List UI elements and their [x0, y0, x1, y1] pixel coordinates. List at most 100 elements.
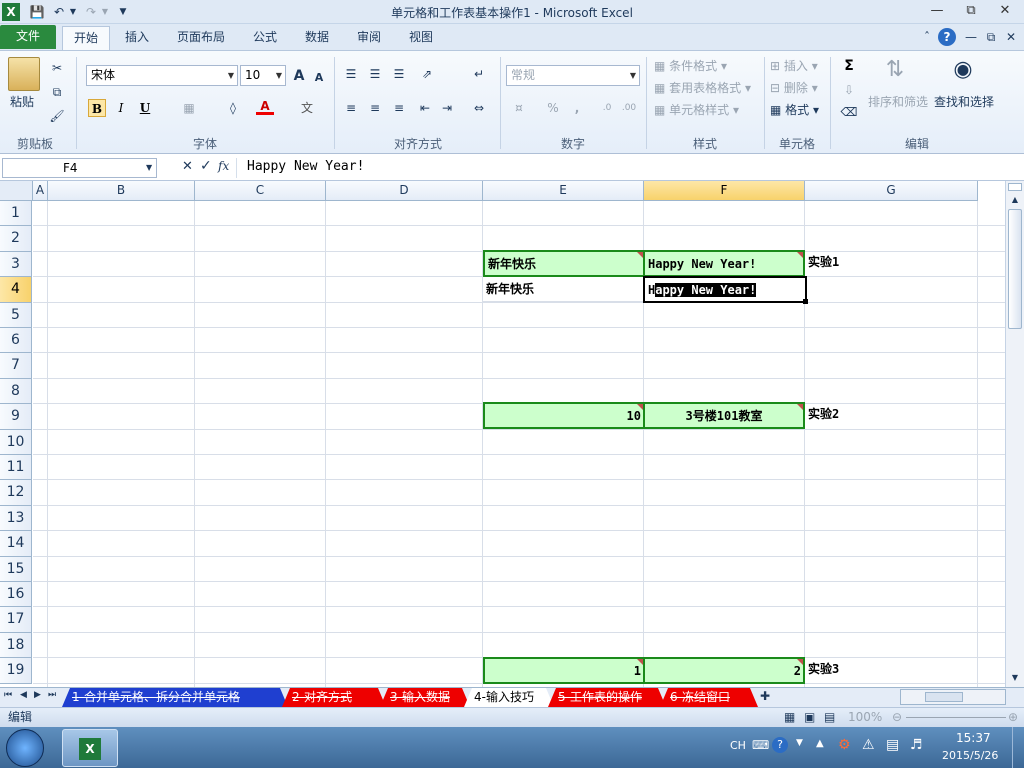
- align-center-icon[interactable]: ≡: [366, 99, 384, 117]
- zoom-slider[interactable]: [906, 717, 1006, 718]
- page-layout-view-icon[interactable]: ▣: [804, 708, 815, 727]
- row-header-13[interactable]: 13: [0, 505, 32, 532]
- binoculars-icon[interactable]: ◉: [948, 57, 978, 87]
- bold-button[interactable]: B: [88, 99, 106, 117]
- format-as-table-button[interactable]: ▦ 套用表格格式 ▾: [654, 79, 751, 96]
- help-tray-icon[interactable]: ?: [772, 737, 788, 753]
- tray-options-icon[interactable]: ▼: [796, 738, 803, 748]
- first-sheet-icon[interactable]: ⏮: [4, 690, 12, 700]
- zoom-level[interactable]: 100%: [848, 708, 882, 727]
- next-sheet-icon[interactable]: ▶: [34, 690, 41, 700]
- number-format-combo[interactable]: 常规 ▼: [506, 65, 640, 86]
- fill-handle[interactable]: [803, 299, 808, 304]
- delete-cells-button[interactable]: ⊟ 删除 ▾: [770, 79, 818, 96]
- font-size-combo[interactable]: 10 ▼: [240, 65, 286, 86]
- cell-E9[interactable]: 10: [483, 402, 645, 429]
- split-box[interactable]: [1008, 183, 1022, 191]
- select-all-button[interactable]: [0, 181, 33, 201]
- tab-file[interactable]: 文件: [0, 25, 56, 49]
- underline-button[interactable]: U: [136, 99, 154, 117]
- cell-G19[interactable]: 实验3: [805, 657, 977, 684]
- font-color-icon[interactable]: A: [256, 97, 274, 115]
- tab-formulas[interactable]: 公式: [242, 26, 288, 50]
- column-header-G[interactable]: G: [805, 181, 978, 201]
- clock-time[interactable]: 15:37: [956, 731, 991, 745]
- clock-date[interactable]: 2015/5/26: [942, 749, 998, 762]
- tab-insert[interactable]: 插入: [114, 26, 160, 50]
- workbook-restore-icon[interactable]: ⧉: [982, 28, 1000, 46]
- copy-icon[interactable]: ⧉: [48, 83, 66, 101]
- sheet-tab-1[interactable]: 1-合并单元格、拆分合并单元格: [62, 688, 288, 707]
- cell-E4[interactable]: 新年快乐: [483, 277, 644, 302]
- cell-G9[interactable]: 实验2: [805, 402, 977, 429]
- tab-data[interactable]: 数据: [294, 26, 340, 50]
- percent-button[interactable]: %: [544, 99, 562, 117]
- help-icon[interactable]: ?: [938, 28, 956, 46]
- decrease-decimal-icon[interactable]: .00: [620, 99, 638, 117]
- phonetic-icon[interactable]: 文: [298, 99, 316, 117]
- show-hidden-icons[interactable]: ▲: [816, 738, 824, 749]
- currency-icon[interactable]: ¤: [510, 99, 528, 117]
- row-header-15[interactable]: 15: [0, 556, 32, 582]
- format-painter-icon[interactable]: 🖌: [48, 107, 66, 125]
- fill-color-icon[interactable]: ◊: [224, 99, 242, 117]
- row-header-3[interactable]: 3: [0, 251, 32, 278]
- column-header-C[interactable]: C: [195, 181, 326, 201]
- row-header-7[interactable]: 7: [0, 353, 32, 379]
- cell-E3[interactable]: 新年快乐: [483, 250, 645, 277]
- page-break-view-icon[interactable]: ▤: [824, 708, 835, 727]
- row-header-17[interactable]: 17: [0, 607, 32, 633]
- tab-page-layout[interactable]: 页面布局: [168, 26, 234, 50]
- cancel-icon[interactable]: ✕: [182, 159, 193, 174]
- decrease-indent-icon[interactable]: ⇤: [416, 99, 434, 117]
- comma-button[interactable]: ,: [568, 99, 586, 117]
- formula-input[interactable]: Happy New Year!: [236, 158, 1022, 178]
- insert-cells-button[interactable]: ⊞ 插入 ▾: [770, 57, 818, 74]
- row-header-19[interactable]: 19: [0, 658, 32, 684]
- align-right-icon[interactable]: ≡: [390, 99, 408, 117]
- row-header-8[interactable]: 8: [0, 378, 32, 405]
- align-left-icon[interactable]: ≡: [342, 99, 360, 117]
- column-header-E[interactable]: E: [483, 181, 644, 201]
- row-header-2[interactable]: 2: [0, 226, 32, 252]
- cut-icon[interactable]: ✂: [48, 59, 66, 77]
- orientation-icon[interactable]: ⇗: [418, 65, 436, 83]
- keyboard-icon[interactable]: ⌨: [752, 738, 769, 752]
- show-desktop-button[interactable]: [1012, 727, 1024, 768]
- cell-styles-button[interactable]: ▦ 单元格样式 ▾: [654, 101, 739, 118]
- grow-font-icon[interactable]: A: [290, 67, 308, 85]
- cell-E19[interactable]: 1: [483, 657, 645, 684]
- row-header-6[interactable]: 6: [0, 328, 32, 354]
- insert-function-button[interactable]: fx: [218, 159, 229, 173]
- insert-sheet-icon[interactable]: ✚: [760, 689, 770, 703]
- paste-label[interactable]: 粘贴: [10, 93, 34, 110]
- border-icon[interactable]: ▦: [180, 99, 198, 117]
- scroll-up-icon[interactable]: ▲: [1008, 195, 1022, 207]
- minimize-ribbon-icon[interactable]: ˆ: [918, 28, 936, 46]
- tab-home[interactable]: 开始: [62, 26, 110, 50]
- scroll-thumb[interactable]: [1008, 209, 1022, 329]
- row-header-1[interactable]: 1: [0, 201, 32, 227]
- format-cells-button[interactable]: ▦ 格式 ▾: [770, 101, 819, 118]
- sort-filter-label[interactable]: 排序和筛选: [868, 93, 928, 110]
- cell-F4-active[interactable]: Happy New Year!: [643, 276, 807, 303]
- restore-button[interactable]: ⧉: [960, 2, 982, 20]
- name-box[interactable]: F4: [2, 158, 157, 178]
- wrap-text-icon[interactable]: ↵: [470, 65, 488, 83]
- sheet-tab-4[interactable]: 4-输入技巧: [464, 688, 554, 707]
- chevron-down-icon[interactable]: ▼: [146, 163, 152, 172]
- italic-button[interactable]: I: [112, 99, 130, 117]
- normal-view-icon[interactable]: ▦: [784, 708, 795, 727]
- workbook-close-icon[interactable]: ✕: [1002, 28, 1020, 46]
- prev-sheet-icon[interactable]: ◀: [20, 690, 27, 700]
- tab-review[interactable]: 审阅: [346, 26, 392, 50]
- column-header-A[interactable]: A: [33, 181, 48, 201]
- scroll-down-icon[interactable]: ▼: [1008, 673, 1022, 685]
- last-sheet-icon[interactable]: ⏭: [48, 690, 56, 700]
- shrink-font-icon[interactable]: A: [310, 69, 328, 87]
- find-select-label[interactable]: 查找和选择: [934, 93, 994, 110]
- row-header-16[interactable]: 16: [0, 582, 32, 608]
- horizontal-scrollbar[interactable]: [900, 689, 1006, 705]
- row-header-11[interactable]: 11: [0, 455, 32, 481]
- network-icon[interactable]: ▤: [886, 737, 899, 753]
